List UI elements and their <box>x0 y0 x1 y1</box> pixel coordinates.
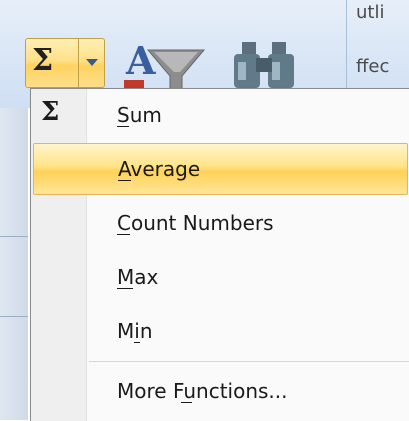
split-divider <box>78 39 79 87</box>
ribbon-group-separator <box>346 0 347 100</box>
ribbon-text-fragment: utli <box>356 2 385 23</box>
access-key-underline <box>117 126 129 127</box>
divider <box>0 316 28 317</box>
sort-filter-icon[interactable]: A <box>120 36 206 94</box>
menu-item-more-functions[interactable]: More Functions... <box>31 365 409 419</box>
menu-item-label: Sum <box>117 103 162 127</box>
worksheet-edge <box>0 108 28 420</box>
menu-item-label: More Functions... <box>117 379 288 403</box>
menu-item-count-numbers[interactable]: Count Numbers <box>31 197 409 251</box>
menu-item-label: Min <box>117 319 153 343</box>
menu-separator <box>89 361 409 362</box>
menu-item-sum[interactable]: Σ Sum <box>31 89 409 143</box>
access-key-underline <box>181 402 192 403</box>
ribbon-text-fragment: ffec <box>356 56 390 77</box>
menu-item-label: Average <box>118 157 201 181</box>
menu-item-label: Count Numbers <box>117 211 274 235</box>
menu-item-average[interactable]: Average <box>33 143 408 195</box>
menu-item-max[interactable]: Max <box>31 251 409 305</box>
autosum-button[interactable]: Σ <box>25 38 105 88</box>
access-key-underline <box>134 342 140 343</box>
svg-text:A: A <box>125 38 156 83</box>
sigma-icon: Σ <box>41 97 60 127</box>
sigma-icon: Σ <box>32 43 54 78</box>
menu-item-label: Max <box>117 265 159 289</box>
divider <box>0 236 28 237</box>
chevron-down-icon[interactable] <box>86 59 98 66</box>
menu-item-min[interactable]: Min <box>31 305 409 359</box>
access-key-underline <box>117 234 130 235</box>
autosum-dropdown-menu: Σ Sum Average Count Numbers Max Min More… <box>30 88 409 421</box>
access-key-underline <box>118 180 131 181</box>
access-key-underline <box>117 288 133 289</box>
find-binoculars-icon[interactable] <box>228 38 302 92</box>
